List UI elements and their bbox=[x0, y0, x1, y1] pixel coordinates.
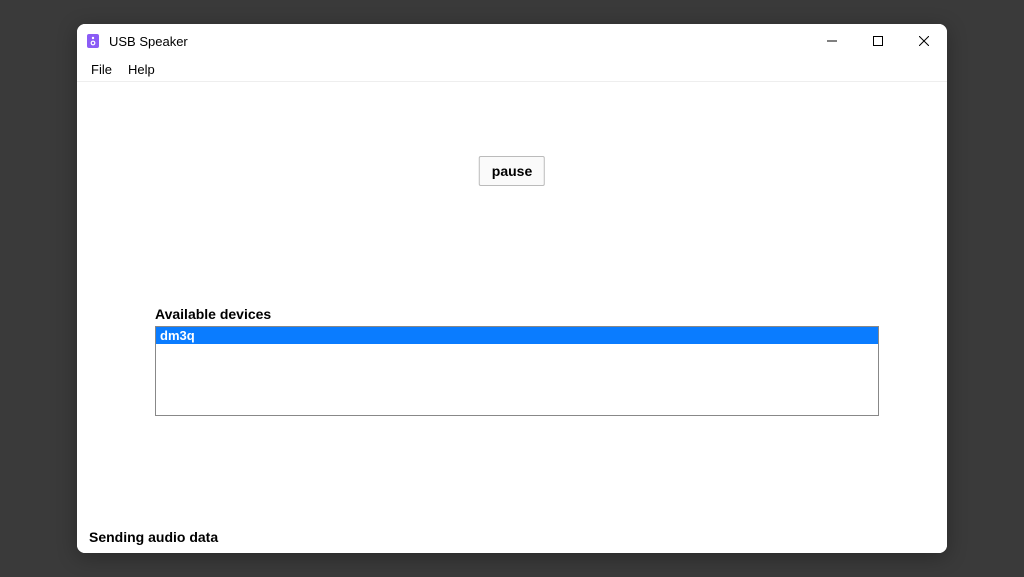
close-button[interactable] bbox=[901, 24, 947, 58]
menubar: File Help bbox=[77, 58, 947, 82]
content-area: pause Available devices dm3q Sending aud… bbox=[77, 82, 947, 553]
titlebar: USB Speaker bbox=[77, 24, 947, 58]
menu-file[interactable]: File bbox=[83, 62, 120, 77]
menu-help[interactable]: Help bbox=[120, 62, 163, 77]
available-devices-label: Available devices bbox=[155, 306, 271, 322]
device-item[interactable]: dm3q bbox=[156, 327, 878, 344]
window-controls bbox=[809, 24, 947, 58]
speaker-icon bbox=[85, 33, 101, 49]
minimize-button[interactable] bbox=[809, 24, 855, 58]
window-title: USB Speaker bbox=[109, 34, 188, 49]
device-list[interactable]: dm3q bbox=[155, 326, 879, 416]
pause-button[interactable]: pause bbox=[479, 156, 545, 186]
maximize-button[interactable] bbox=[855, 24, 901, 58]
status-text: Sending audio data bbox=[89, 529, 218, 545]
application-window: USB Speaker File Help pause Available de… bbox=[77, 24, 947, 553]
